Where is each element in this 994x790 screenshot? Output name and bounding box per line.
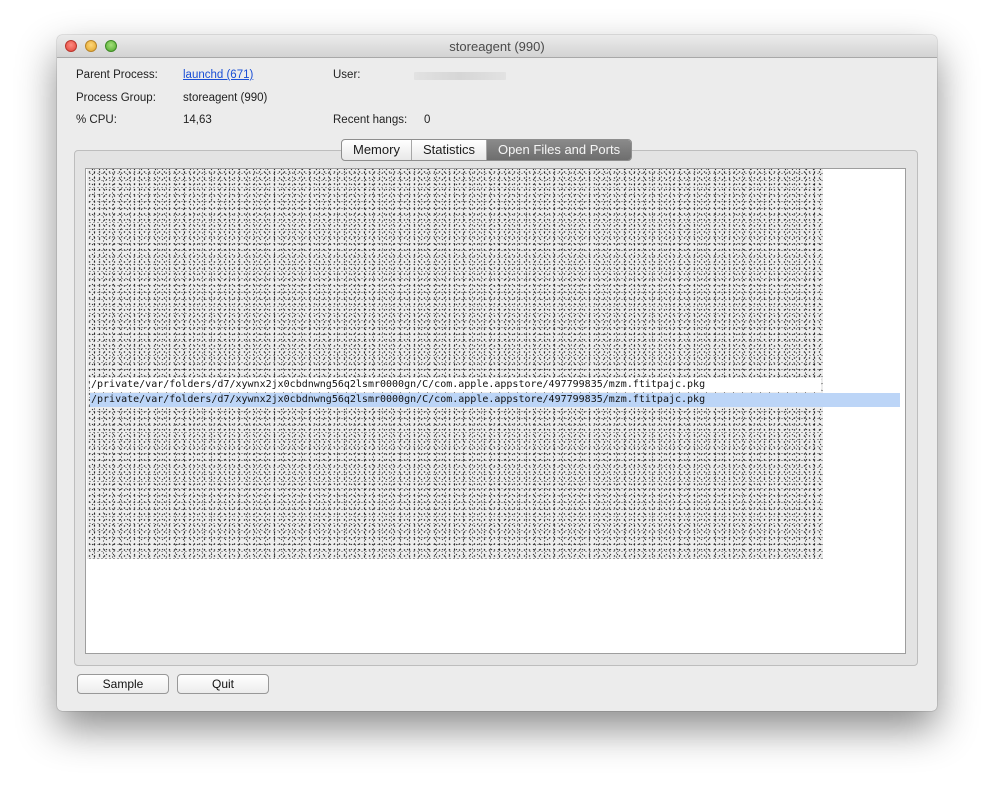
tab-memory[interactable]: Memory (342, 140, 412, 160)
open-files-list[interactable]: /private/var/folders/d7/xywnx2jx0cbdnwng… (85, 168, 906, 654)
tab-statistics[interactable]: Statistics (412, 140, 487, 160)
process-group-label: Process Group: (76, 92, 156, 104)
parent-process-link[interactable]: launchd (671) (183, 69, 253, 81)
user-value-redacted (414, 72, 506, 80)
obscured-content (87, 169, 823, 559)
user-label: User: (333, 69, 361, 81)
recent-hangs-label: Recent hangs: (333, 114, 408, 126)
process-group-value: storeagent (990) (183, 92, 268, 104)
list-item[interactable]: /private/var/folders/d7/xywnx2jx0cbdnwng… (90, 378, 821, 392)
title-bar[interactable]: storeagent (990) (57, 35, 937, 58)
parent-process-label: Parent Process: (76, 69, 158, 81)
cpu-value: 14,63 (183, 114, 212, 126)
tab-bar: Memory Statistics Open Files and Ports (341, 139, 633, 161)
process-info-window: storeagent (990) Parent Process: launchd… (57, 35, 937, 711)
cpu-label: % CPU: (76, 114, 117, 126)
list-item-selected[interactable]: /private/var/folders/d7/xywnx2jx0cbdnwng… (90, 393, 900, 407)
recent-hangs-value: 0 (424, 114, 431, 126)
tab-open-files-and-ports[interactable]: Open Files and Ports (486, 140, 632, 160)
window-title: storeagent (990) (449, 39, 545, 54)
quit-button[interactable]: Quit (177, 674, 269, 694)
sample-button[interactable]: Sample (77, 674, 169, 694)
